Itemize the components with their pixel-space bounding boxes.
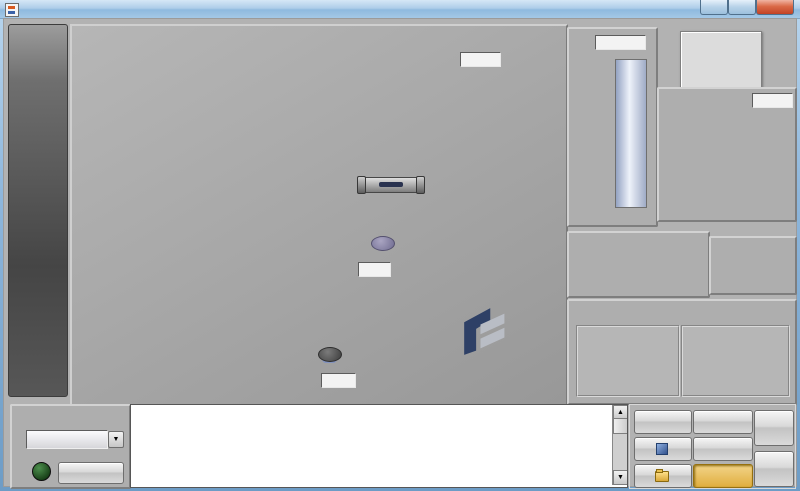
scroll-thumb[interactable] (613, 418, 628, 434)
close-button[interactable] (756, 0, 794, 15)
concentration-display (321, 373, 356, 388)
open-primary-mixing-button[interactable] (693, 410, 753, 434)
humidity-gauge-panel (657, 87, 797, 222)
element11-input[interactable] (460, 52, 501, 67)
flow910-panel (709, 236, 797, 295)
labview-vi-icon (5, 3, 19, 17)
status-panel (567, 299, 797, 405)
minimize-button[interactable] (700, 0, 728, 15)
maximize-button[interactable] (728, 0, 756, 15)
flow18-panel (567, 231, 710, 298)
titlebar (0, 0, 800, 19)
save-icon (656, 443, 668, 455)
concentration-tank (615, 59, 647, 208)
humidity-display (358, 262, 391, 277)
flowmethod-logo-icon (458, 306, 516, 356)
button-panel (629, 404, 796, 489)
humidity-sensor-icon (371, 236, 395, 251)
combo-dropdown-button[interactable]: ▼ (108, 431, 124, 448)
concentration-bar-panel (567, 27, 658, 227)
save-mixing-button[interactable] (634, 437, 692, 461)
pump-icon (318, 347, 342, 362)
exit-button[interactable] (754, 451, 794, 487)
pause-button[interactable] (754, 410, 794, 446)
close-humidity-button[interactable] (693, 464, 753, 488)
open-mixing-button[interactable] (634, 464, 692, 488)
scroll-down-arrow[interactable]: ▼ (613, 470, 628, 485)
schematic-canvas (70, 24, 568, 407)
open-trend-button[interactable] (693, 437, 753, 461)
concentration-bar-value (595, 35, 646, 50)
sidebar-title-panel (8, 24, 68, 397)
visa-resource-combo[interactable] (26, 430, 108, 449)
visa-panel: ▼ (10, 404, 131, 489)
program-table: ▲ ▼ (130, 404, 628, 488)
humidifier-device (360, 177, 422, 193)
start-mixing-button[interactable] (634, 410, 692, 434)
comm-led-indicator (32, 462, 51, 481)
humidity-gauge-value (752, 93, 793, 108)
com-message-box (576, 325, 680, 397)
window-controls (700, 0, 794, 15)
timing-box (681, 325, 790, 397)
table-scrollbar[interactable]: ▲ ▼ (612, 405, 627, 485)
start-program-button[interactable] (58, 462, 124, 484)
datetime-display (680, 31, 762, 88)
humidifier-window (379, 182, 403, 187)
bar-scale (571, 59, 613, 209)
folder-icon (655, 471, 669, 482)
